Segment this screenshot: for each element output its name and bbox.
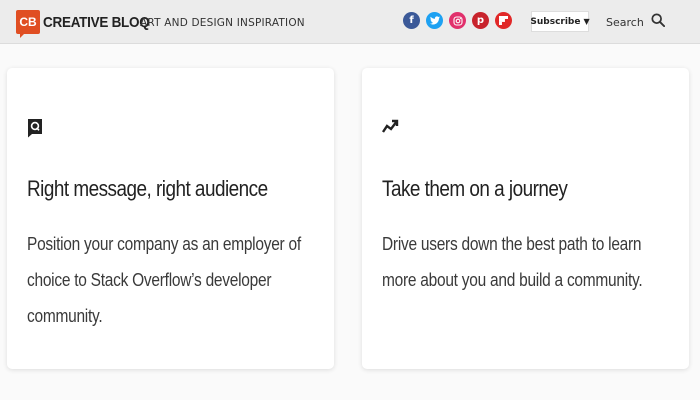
card-description: Position your company as an employer of … bbox=[27, 234, 301, 326]
flipboard-icon[interactable] bbox=[495, 12, 512, 29]
subscribe-label: Subscribe bbox=[530, 16, 581, 27]
search-icon bbox=[651, 13, 665, 32]
card-title: Take them on a journey bbox=[382, 176, 568, 201]
feature-card: Right message, right audience Position y… bbox=[7, 68, 334, 369]
site-tagline: ART AND DESIGN INSPIRATION bbox=[140, 17, 305, 29]
facebook-icon[interactable]: f bbox=[403, 12, 420, 29]
search-label: Search bbox=[606, 16, 644, 29]
logo-badge: CB bbox=[16, 10, 40, 38]
trending-up-icon bbox=[382, 118, 400, 139]
site-header: CB CREATIVE BLOQ ART AND DESIGN INSPIRAT… bbox=[0, 0, 700, 44]
chat-q-icon bbox=[27, 118, 43, 143]
twitter-icon[interactable] bbox=[426, 12, 443, 29]
logo-text: CREATIVE BLOQ bbox=[43, 13, 150, 31]
subscribe-button[interactable]: Subscribe ▼ bbox=[530, 11, 590, 32]
pinterest-icon[interactable]: p bbox=[472, 12, 489, 29]
instagram-icon[interactable] bbox=[449, 12, 466, 29]
search-button[interactable]: Search bbox=[606, 13, 665, 32]
social-links: f p bbox=[403, 12, 518, 29]
card-description: Drive users down the best path to learn … bbox=[382, 234, 643, 290]
chevron-down-icon: ▼ bbox=[583, 17, 590, 26]
feature-card: Take them on a journey Drive users down … bbox=[362, 68, 689, 369]
card-title: Right message, right audience bbox=[27, 176, 268, 201]
